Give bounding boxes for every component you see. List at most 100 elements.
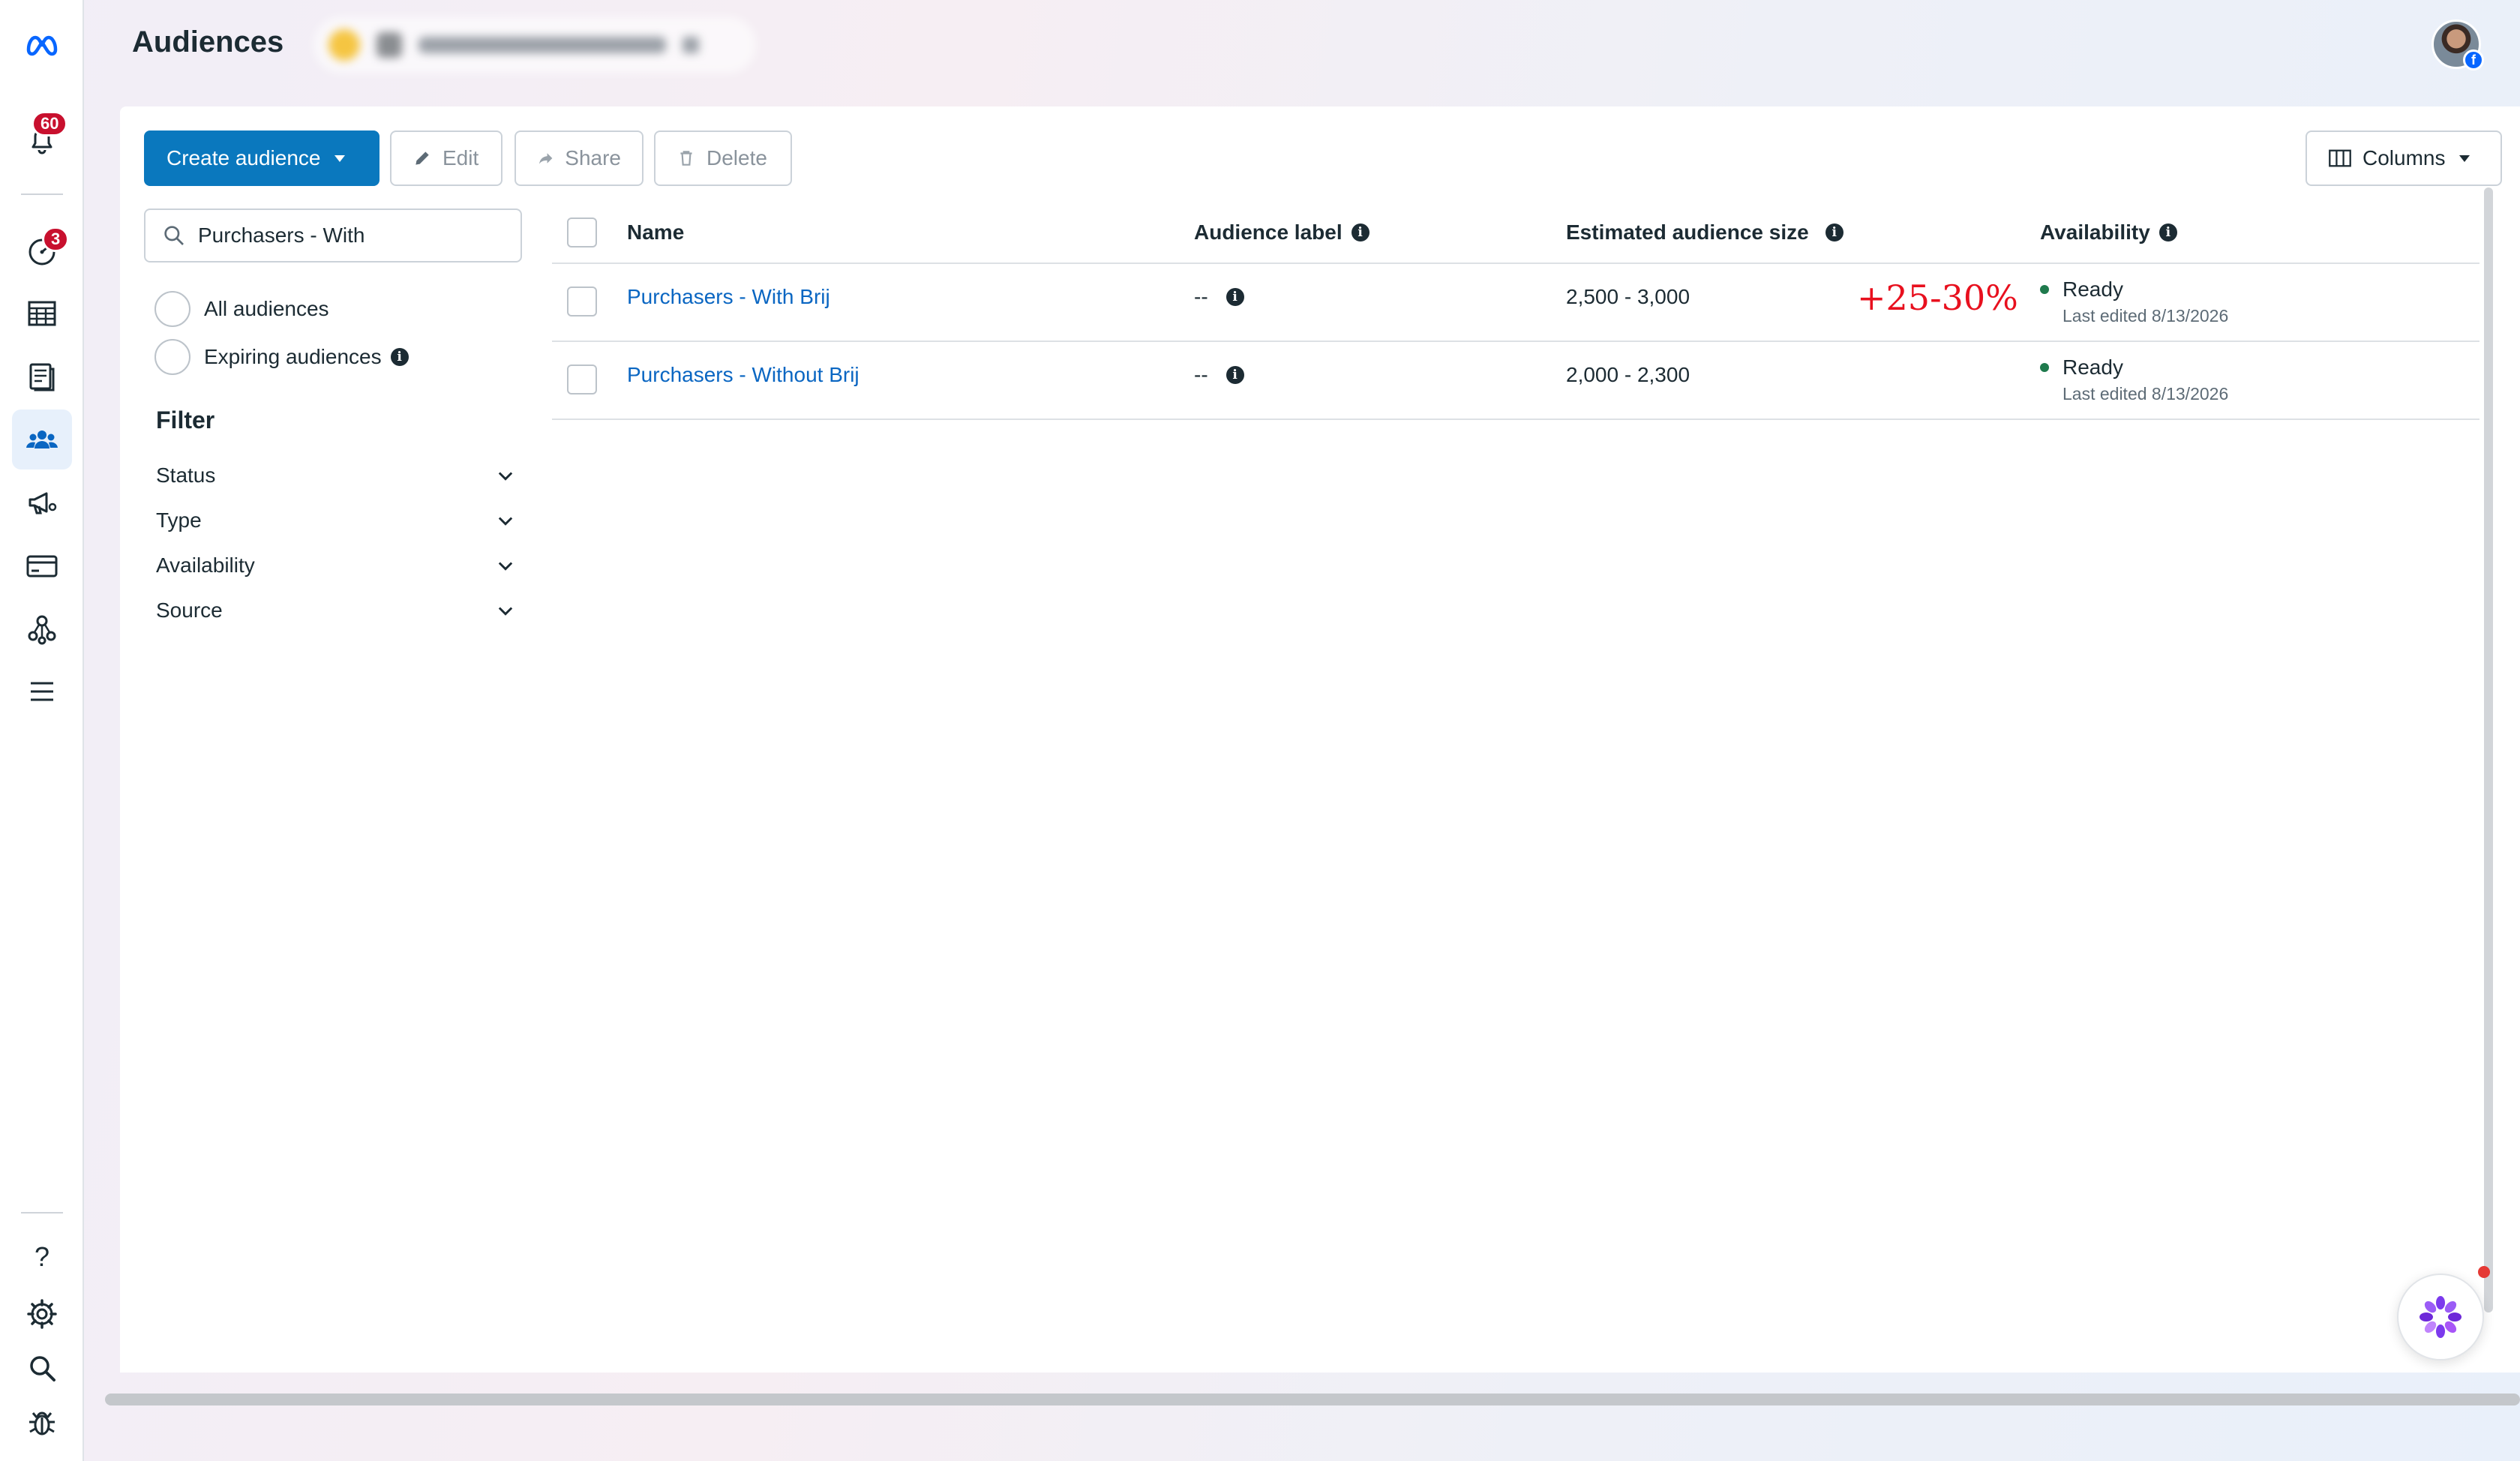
account-type-icon [376, 32, 402, 58]
help-icon[interactable]: ? [12, 1227, 72, 1287]
network-icon[interactable] [12, 598, 72, 658]
filter-availability-label: Availability [156, 554, 255, 577]
meta-logo-icon[interactable] [12, 15, 72, 75]
filter-status-label: Status [156, 464, 216, 487]
info-icon[interactable]: i [1351, 224, 1370, 242]
row-checkbox[interactable] [567, 286, 597, 316]
columns-icon [2329, 149, 2351, 167]
page-title: Audiences [132, 26, 284, 58]
search-nav-icon[interactable] [12, 1338, 72, 1398]
audiences-table: Name Audience label i Estimated audience… [552, 201, 2480, 420]
share-button[interactable]: Share [514, 130, 644, 186]
audience-size-cell: 2,500 - 3,000 [1566, 285, 1690, 309]
chevron-down-icon [498, 517, 513, 526]
chevron-down-icon [498, 607, 513, 616]
filter-type[interactable]: Type [156, 504, 516, 537]
table-header: Name Audience label i Estimated audience… [552, 201, 2480, 264]
vertical-scrollbar[interactable] [2484, 188, 2493, 1312]
ready-status-dot [2040, 285, 2049, 294]
table-icon[interactable] [12, 284, 72, 344]
info-icon[interactable]: i [1226, 288, 1244, 306]
delete-label: Delete [706, 146, 767, 170]
audience-size-cell: 2,000 - 2,300 [1566, 363, 1690, 387]
all-audiences-radio[interactable] [154, 291, 190, 327]
filter-source-label: Source [156, 598, 223, 622]
last-edited: Last edited 8/13/2026 [2062, 384, 2229, 404]
audience-size-value: 2,500 - 3,000 [1566, 285, 1690, 308]
billing-card-icon[interactable] [12, 536, 72, 596]
audience-search[interactable] [144, 208, 522, 262]
audience-label-cell: -- i [1194, 285, 1244, 309]
audience-label-value: -- [1194, 285, 1208, 308]
share-arrow-icon [538, 153, 553, 164]
left-navigation: 60 3 ? [0, 0, 84, 1461]
column-size-label: Estimated audience size [1566, 220, 1809, 244]
ad-account-selector[interactable] [314, 16, 756, 74]
column-header-size[interactable]: Estimated audience size i [1566, 201, 1844, 264]
caret-down-icon [334, 155, 346, 162]
info-icon[interactable]: i [390, 348, 409, 366]
row-checkbox[interactable] [567, 364, 597, 394]
columns-button[interactable]: Columns [2306, 130, 2502, 186]
availability-cell: Ready Last edited 8/13/2026 [2040, 356, 2228, 404]
chevron-down-icon [498, 472, 513, 481]
delete-button[interactable]: Delete [654, 130, 792, 186]
ai-assistant-button[interactable] [2397, 1274, 2484, 1360]
row-select-cell [567, 364, 597, 394]
info-icon[interactable]: i [2158, 224, 2177, 242]
assistant-notification-dot [2478, 1266, 2490, 1278]
megaphone-icon[interactable] [12, 472, 72, 532]
pencil-icon [416, 152, 429, 165]
menu-icon[interactable] [12, 662, 72, 722]
catalog-icon[interactable] [12, 346, 72, 406]
filter-availability[interactable]: Availability [156, 549, 516, 582]
share-label: Share [565, 146, 621, 170]
audience-name-cell: Purchasers - With Brij [627, 285, 830, 309]
search-icon [164, 226, 184, 245]
audience-name-link[interactable]: Purchasers - With Brij [627, 285, 830, 309]
account-name-redacted [418, 37, 666, 53]
column-header-label[interactable]: Audience label i [1194, 201, 1370, 264]
filter-source[interactable]: Source [156, 594, 516, 627]
audiences-icon[interactable] [12, 410, 72, 470]
all-audiences-option[interactable]: All audiences [154, 291, 329, 327]
audience-label-value: -- [1194, 363, 1208, 386]
availability-status: Ready [2062, 356, 2123, 379]
table-row[interactable]: Purchasers - Without Brij -- i 2,000 - 2… [552, 342, 2480, 420]
audience-size-value: 2,000 - 2,300 [1566, 363, 1690, 386]
audience-name-link[interactable]: Purchasers - Without Brij [627, 363, 860, 387]
trash-icon [680, 151, 692, 166]
table-row[interactable]: Purchasers - With Brij -- i 2,500 - 3,00… [552, 264, 2480, 342]
column-name-label: Name [627, 220, 685, 244]
column-availability-label: Availability [2040, 220, 2150, 244]
caret-down-icon [2459, 155, 2470, 162]
row-select-cell [567, 286, 597, 316]
filter-heading: Filter [156, 406, 215, 434]
info-icon[interactable]: i [1825, 224, 1844, 242]
info-icon[interactable]: i [1226, 366, 1244, 384]
columns-label: Columns [2362, 146, 2446, 170]
audience-label-cell: -- i [1194, 363, 1244, 387]
create-audience-button[interactable]: Create audience [144, 130, 380, 186]
settings-icon[interactable] [12, 1284, 72, 1344]
nav-divider [21, 194, 63, 195]
column-header-availability[interactable]: Availability i [2040, 201, 2177, 264]
filter-status[interactable]: Status [156, 459, 516, 492]
bug-icon[interactable] [12, 1392, 72, 1452]
column-header-name[interactable]: Name [627, 201, 684, 264]
all-audiences-label: All audiences [204, 297, 329, 320]
account-avatar [328, 29, 360, 61]
select-all-cell [567, 201, 597, 264]
expiring-audiences-radio[interactable] [154, 339, 190, 375]
availability-cell: Ready Last edited 8/13/2026 [2040, 278, 2228, 326]
ready-status-dot [2040, 363, 2049, 372]
chevron-down-icon [682, 37, 699, 53]
select-all-checkbox[interactable] [567, 218, 597, 248]
horizontal-scrollbar[interactable] [105, 1394, 2520, 1406]
nav-divider [21, 1212, 63, 1214]
expiring-audiences-option[interactable]: Expiring audiences i [154, 339, 409, 375]
chevron-down-icon [498, 562, 513, 571]
search-input[interactable] [198, 224, 513, 248]
edit-button[interactable]: Edit [390, 130, 502, 186]
assistant-flower-icon [2420, 1296, 2462, 1338]
